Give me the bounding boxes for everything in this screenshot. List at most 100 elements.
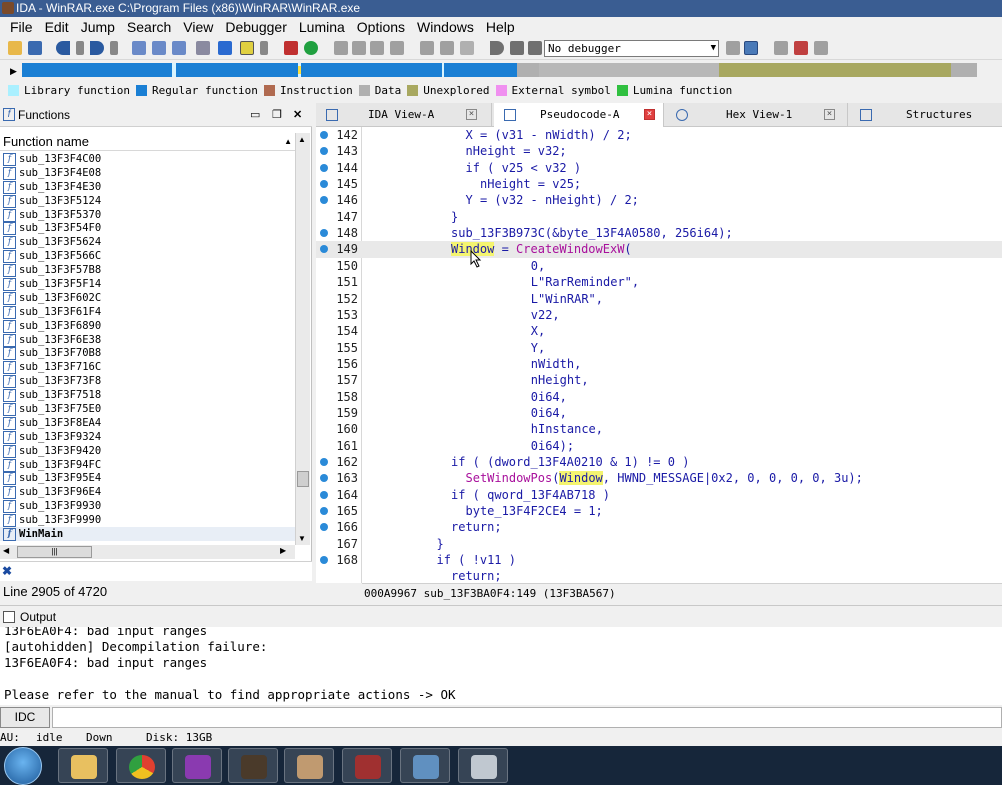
function-list-item[interactable]: WinMain — [0, 527, 295, 541]
code-line[interactable]: 166 return; — [316, 519, 1002, 535]
function-list-item[interactable]: sub_13F3F9324 — [0, 430, 295, 444]
breakpoint-dot-icon[interactable] — [320, 229, 328, 238]
jump-down-icon[interactable] — [218, 41, 232, 55]
scroll-down-icon[interactable]: ▼ — [298, 534, 306, 543]
run-script-icon[interactable] — [304, 41, 318, 55]
open-icon[interactable] — [8, 41, 22, 55]
graph-icon-2[interactable] — [352, 41, 366, 55]
close-tab-icon[interactable]: × — [644, 109, 655, 120]
enum-icon[interactable] — [440, 41, 454, 55]
close-tab-icon[interactable]: × — [824, 109, 835, 120]
code-line[interactable]: 154 X, — [316, 323, 1002, 339]
app-taskbar-icon[interactable] — [172, 748, 222, 783]
function-list-item[interactable]: sub_13F3F94FC — [0, 458, 295, 472]
function-filter-row[interactable]: ✖ — [0, 561, 312, 581]
trace-icon[interactable] — [794, 41, 808, 55]
function-list-item[interactable]: sub_13F3F566C — [0, 249, 295, 264]
scroll-right-icon[interactable]: ▶ — [280, 546, 286, 555]
navigation-band[interactable] — [22, 63, 977, 77]
mark-icon[interactable] — [196, 41, 210, 55]
text-view-icon[interactable] — [240, 41, 254, 55]
function-list-item[interactable]: sub_13F3F602C — [0, 291, 295, 305]
code-line[interactable]: 144 if ( v25 < v32 ) — [316, 160, 1002, 176]
tab-pseudocode-a[interactable]: Pseudocode-A × — [494, 103, 664, 127]
code-line[interactable]: 148 sub_13F3B973C(&byte_13F4A0580, 256i64… — [316, 225, 1002, 241]
function-list-item[interactable]: sub_13F3F5F14 — [0, 277, 295, 291]
xref-icon[interactable] — [390, 41, 404, 55]
functions-vertical-scrollbar[interactable]: ▲ ▼ — [295, 133, 310, 545]
forward-dropdown-icon[interactable] — [110, 41, 118, 55]
function-list-item[interactable]: sub_13F3F54F0 — [0, 221, 295, 236]
code-line[interactable]: 164 if ( qword_13F4AB718 ) — [316, 487, 1002, 503]
code-line[interactable]: 149 Window = CreateWindowExW( — [316, 241, 1002, 258]
back-arrow-icon[interactable] — [56, 41, 70, 55]
function-list-item[interactable]: sub_13F3F4E08 — [0, 166, 295, 180]
code-line[interactable]: 157 nHeight, — [316, 372, 1002, 388]
function-list-item[interactable]: sub_13F3F716C — [0, 360, 295, 375]
code-line[interactable]: 142 X = (v31 - nWidth) / 2; — [316, 127, 1002, 143]
code-line[interactable]: return; — [316, 568, 1002, 583]
ida64-taskbar-icon[interactable] — [228, 748, 278, 783]
code-line[interactable]: 163 SetWindowPos(Window, HWND_MESSAGE|0x2… — [316, 470, 1002, 486]
code-line[interactable]: 168 if ( !v11 ) — [316, 552, 1002, 568]
restore-icon[interactable]: ❐ — [272, 103, 282, 127]
code-line[interactable]: 158 0i64, — [316, 389, 1002, 405]
function-list-item[interactable]: sub_13F3F5624 — [0, 235, 295, 250]
search-next-icon[interactable] — [172, 41, 186, 55]
back-dropdown-icon[interactable] — [76, 41, 84, 55]
breakpoint-dot-icon[interactable] — [320, 196, 328, 205]
debug-attach-icon[interactable] — [744, 41, 758, 55]
code-line[interactable]: 160 hInstance, — [316, 421, 1002, 437]
breakpoint-dot-icon[interactable] — [320, 180, 328, 189]
code-line[interactable]: 146 Y = (v32 - nHeight) / 2; — [316, 192, 1002, 208]
close-icon[interactable]: ✕ — [293, 103, 302, 127]
stop-debug-icon[interactable] — [528, 41, 542, 55]
menu-help[interactable]: Help — [480, 17, 521, 37]
breakpoint-dot-icon[interactable] — [320, 523, 328, 532]
breakpoint-dot-icon[interactable] — [320, 490, 328, 499]
menu-jump[interactable]: Jump — [75, 17, 121, 37]
function-list-item[interactable]: sub_13F3F9930 — [0, 499, 295, 514]
struct-icon[interactable] — [420, 41, 434, 55]
idc-command-input[interactable] — [52, 707, 1002, 728]
function-list-item[interactable]: sub_13F3F5370 — [0, 208, 295, 222]
start-debug-icon[interactable] — [490, 41, 504, 55]
code-line[interactable]: 162 if ( (dword_13F4A0210 & 1) != 0 ) — [316, 454, 1002, 470]
menu-options[interactable]: Options — [351, 17, 411, 37]
menu-file[interactable]: File — [4, 17, 39, 37]
close-tab-icon[interactable]: × — [466, 109, 477, 120]
menu-lumina[interactable]: Lumina — [293, 17, 351, 37]
function-list-item[interactable]: sub_13F3F75E0 — [0, 402, 295, 416]
code-line[interactable]: 159 0i64, — [316, 405, 1002, 421]
function-list-item[interactable]: sub_13F3F6E38 — [0, 333, 295, 347]
function-name-column-header[interactable]: Function name ▲ — [0, 133, 296, 151]
output-window[interactable]: 13F6EA0F4: bad input ranges [autohidden]… — [0, 627, 1002, 705]
menu-search[interactable]: Search — [121, 17, 177, 37]
code-line[interactable]: 143 nHeight = v32; — [316, 143, 1002, 159]
debug-option-icon[interactable] — [726, 41, 740, 55]
code-line[interactable]: 167} — [316, 536, 1002, 552]
clear-filter-icon[interactable]: ✖ — [2, 564, 12, 578]
code-line[interactable]: 156 nWidth, — [316, 356, 1002, 372]
breakpoint-dot-icon[interactable] — [320, 556, 328, 565]
search-binary-icon[interactable] — [132, 41, 146, 55]
menu-view[interactable]: View — [177, 17, 219, 37]
breakpoint-dot-icon[interactable] — [320, 507, 328, 516]
search-text-icon[interactable] — [152, 41, 166, 55]
tab-ida-view-a[interactable]: IDA View-A × — [316, 103, 492, 127]
function-list-item[interactable]: sub_13F3F57B8 — [0, 263, 295, 278]
pseudocode-view[interactable]: 142 X = (v31 - nWidth) / 2; 143 nHeight = v… — [316, 127, 1002, 583]
tab-structures[interactable]: Structures — [850, 103, 1002, 127]
code-line[interactable]: 155 Y, — [316, 340, 1002, 356]
scroll-left-icon[interactable]: ◀ — [3, 546, 9, 555]
code-line[interactable]: 161 0i64); — [316, 438, 1002, 454]
scroll-up-icon[interactable]: ▲ — [298, 135, 306, 144]
function-list-item[interactable]: sub_13F3F7518 — [0, 388, 295, 403]
forward-arrow-icon[interactable] — [90, 41, 104, 55]
function-list-item[interactable]: sub_13F3F96E4 — [0, 485, 295, 500]
function-list-item[interactable]: sub_13F3F70B8 — [0, 346, 295, 361]
breakpoint-dot-icon[interactable] — [320, 245, 328, 254]
code-line[interactable]: 150 0, — [316, 258, 1002, 274]
function-list-item[interactable]: sub_13F3F61F4 — [0, 305, 295, 319]
breakpoint-dot-icon[interactable] — [320, 163, 328, 172]
